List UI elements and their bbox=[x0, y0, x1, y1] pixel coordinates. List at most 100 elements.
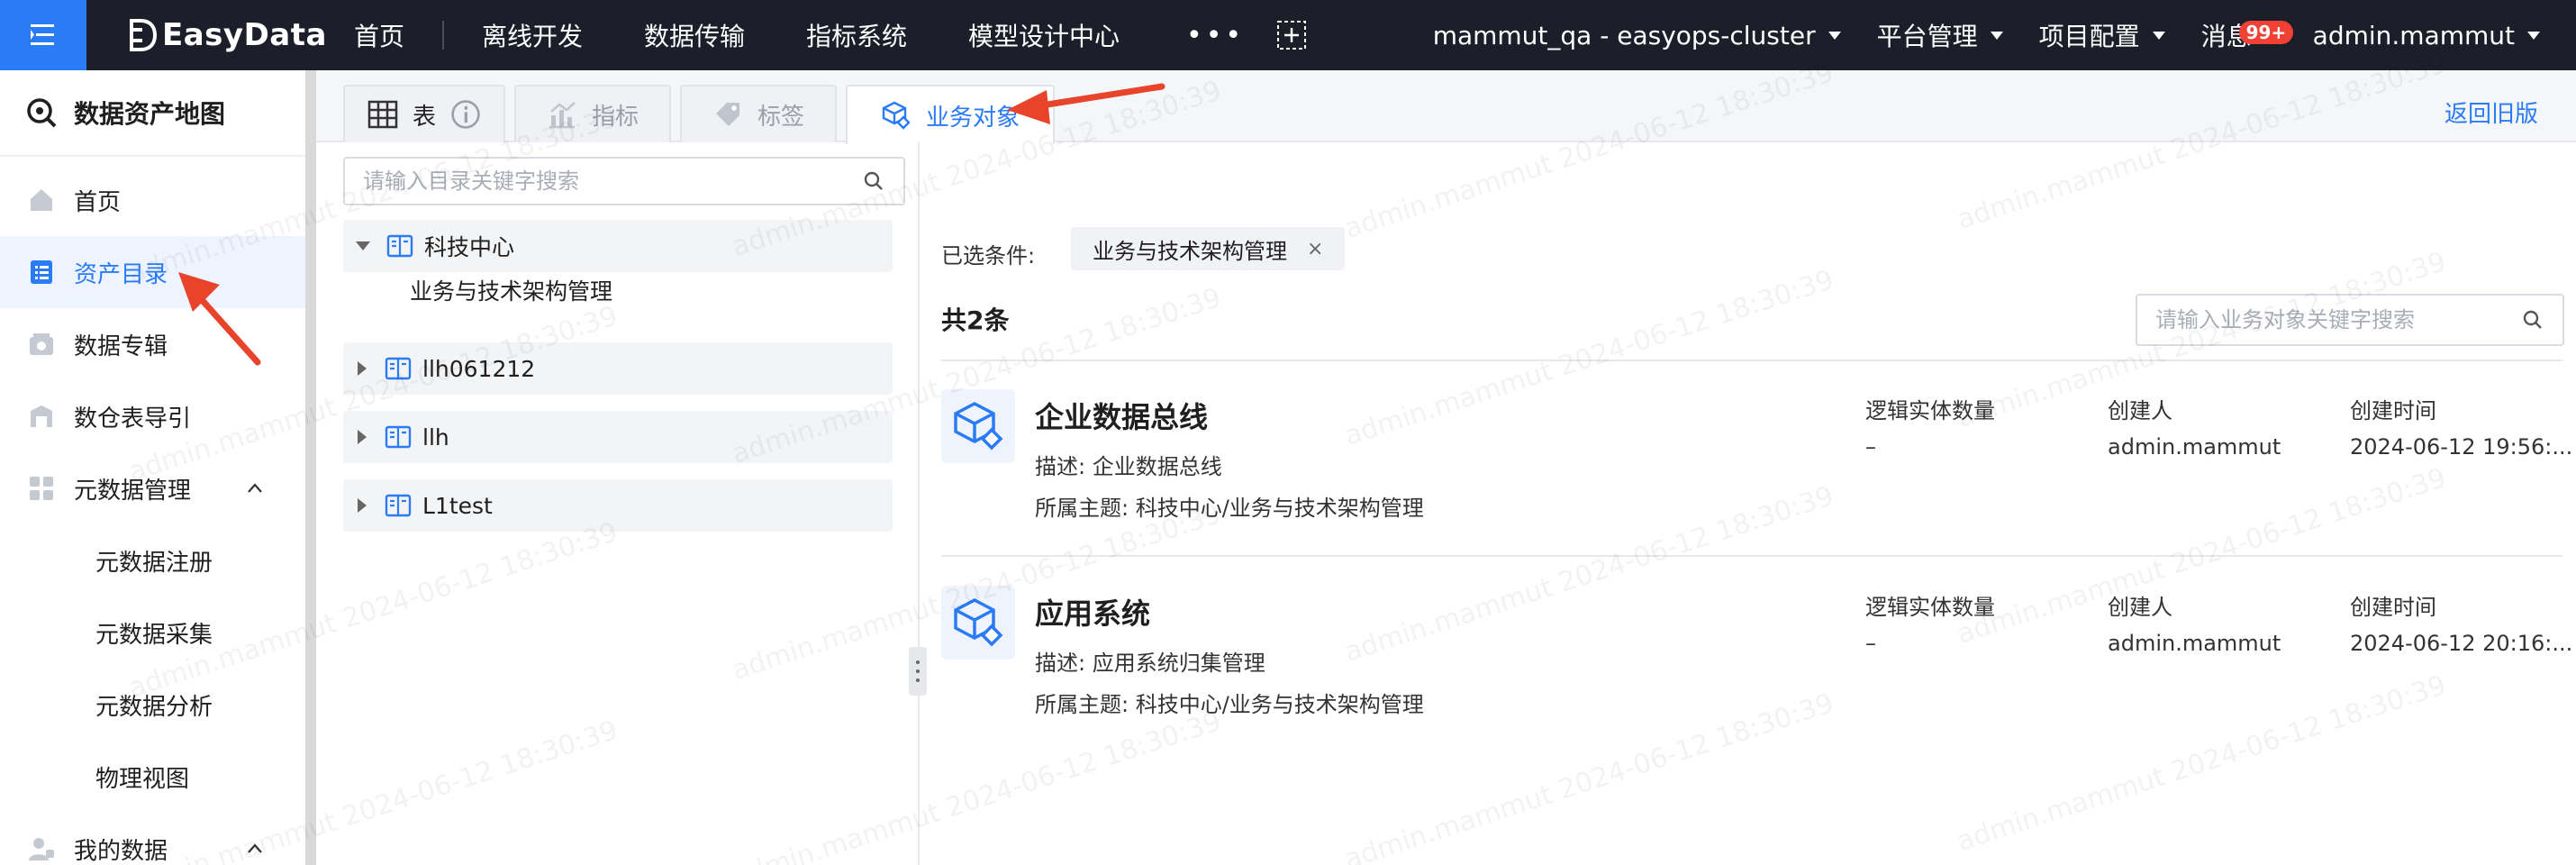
sidebar-item-label: 首页 bbox=[74, 188, 122, 216]
sidebar-item-home[interactable]: 首页 bbox=[0, 164, 311, 236]
divider bbox=[941, 555, 2562, 557]
tree-search-box bbox=[343, 157, 905, 205]
app-root: EasyData 首页 离线开发 数据传输 指标系统 模型设计中心 ••• ma… bbox=[0, 0, 2576, 865]
object-search-box bbox=[2136, 294, 2564, 346]
tab-label: 表 bbox=[412, 103, 436, 131]
sidebar-item-warehouse-guide[interactable]: 数仓表导引 bbox=[0, 380, 311, 452]
sidebar-item-metadata-register[interactable]: 元数据注册 bbox=[0, 524, 311, 596]
business-object-card[interactable]: 企业数据总线 描述: 企业数据总线 所属主题: 科技中心/业务与技术架构管理 逻… bbox=[941, 362, 2572, 524]
asset-map-icon bbox=[27, 98, 57, 128]
nav-data-transfer[interactable]: 数据传输 bbox=[613, 17, 776, 53]
sidebar-item-label: 元数据管理 bbox=[74, 477, 192, 505]
caret-right-icon[interactable] bbox=[358, 361, 367, 376]
sidebar-title: 数据资产地图 bbox=[0, 70, 311, 157]
object-title[interactable]: 企业数据总线 bbox=[1035, 395, 1208, 436]
tree-node-label: llh061212 bbox=[422, 355, 536, 382]
catalog-icon bbox=[31, 260, 52, 284]
result-count: 共2条 bbox=[941, 305, 1010, 335]
filter-tag-text: 业务与技术架构管理 bbox=[1093, 238, 1287, 264]
entity-count-header: 逻辑实体数量 bbox=[1865, 595, 1995, 620]
tree-node[interactable]: L1test bbox=[343, 479, 893, 532]
sidebar-item-label: 数仓表导引 bbox=[74, 405, 192, 432]
caret-down-icon bbox=[2527, 31, 2540, 40]
tree-node-label: llh bbox=[422, 423, 449, 451]
sidebar-item-data-album[interactable]: 数据专辑 bbox=[0, 308, 311, 380]
project-menu[interactable]: 项目配置 bbox=[2021, 17, 2183, 53]
tree-node[interactable]: llh061212 bbox=[343, 342, 893, 395]
user-data-icon bbox=[29, 838, 54, 860]
brand-logo[interactable]: EasyData bbox=[128, 17, 327, 53]
sidebar-scrollbar[interactable] bbox=[305, 70, 316, 865]
brand-logo-icon bbox=[130, 19, 157, 51]
object-search-input[interactable] bbox=[2155, 307, 2521, 332]
sidebar-item-metadata-mgmt[interactable]: 元数据管理 bbox=[0, 452, 311, 524]
sidebar-item-label: 我的数据 bbox=[74, 837, 168, 865]
object-title[interactable]: 应用系统 bbox=[1035, 591, 1150, 633]
tree-search-input[interactable] bbox=[363, 168, 862, 194]
platform-menu[interactable]: 平台管理 bbox=[1859, 17, 2021, 53]
creator-value: admin.mammut bbox=[2108, 631, 2281, 656]
close-icon[interactable]: × bbox=[1307, 238, 1323, 260]
tab-label: 业务对象 bbox=[925, 104, 1020, 132]
back-to-old-version-link[interactable]: 返回旧版 bbox=[2444, 96, 2538, 129]
tree-node-label: L1test bbox=[422, 492, 493, 519]
menu-toggle-button[interactable] bbox=[0, 0, 86, 70]
brand-name: EasyData bbox=[162, 17, 327, 53]
sidebar-item-label: 元数据分析 bbox=[95, 693, 213, 721]
tab-tag[interactable]: 标签 bbox=[680, 85, 837, 142]
nav-model-design[interactable]: 模型设计中心 bbox=[938, 17, 1150, 53]
menu-icon bbox=[31, 24, 54, 45]
message-badge: 99+ bbox=[2238, 21, 2294, 44]
object-theme: 所属主题: 科技中心/业务与技术架构管理 bbox=[1035, 496, 1424, 521]
created-time-header: 创建时间 bbox=[2350, 398, 2436, 423]
tab-label: 指标 bbox=[591, 103, 639, 131]
search-icon[interactable] bbox=[2521, 308, 2544, 332]
object-description: 描述: 企业数据总线 bbox=[1035, 454, 1222, 479]
nav-home[interactable]: 首页 bbox=[327, 17, 435, 53]
chevron-up-icon[interactable] bbox=[246, 840, 264, 858]
more-menu-icon[interactable]: ••• bbox=[1150, 20, 1268, 51]
chevron-up-icon[interactable] bbox=[246, 479, 264, 497]
creator-header: 创建人 bbox=[2108, 398, 2172, 423]
business-object-card[interactable]: 应用系统 描述: 应用系统归集管理 所属主题: 科技中心/业务与技术架构管理 逻… bbox=[941, 559, 2572, 721]
business-object-icon bbox=[941, 389, 1015, 463]
tab-table[interactable]: 表 bbox=[343, 85, 505, 142]
catalog-book-icon bbox=[385, 425, 412, 449]
main-panel: 表 指标 标签 业务对象 返回旧版 请输入目录关键字搜索 科技中心 业务与技术架… bbox=[316, 70, 2576, 865]
business-object-list: 已选条件: 业务与技术架构管理 × 共2条 请输入业务对象关键字搜索 企业数据总… bbox=[920, 142, 2576, 865]
info-icon[interactable] bbox=[450, 99, 481, 130]
user-menu[interactable]: admin.mammut bbox=[2295, 21, 2576, 50]
caret-down-icon bbox=[2152, 31, 2165, 40]
tree-node[interactable]: 科技中心 bbox=[343, 220, 893, 272]
sidebar-item-metadata-analysis[interactable]: 元数据分析 bbox=[0, 669, 311, 741]
tab-label: 标签 bbox=[757, 103, 804, 131]
nav-metrics[interactable]: 指标系统 bbox=[776, 17, 938, 53]
tree-node[interactable]: llh bbox=[343, 411, 893, 463]
cluster-selector[interactable]: mammut_qa - easyops-cluster bbox=[1415, 21, 1859, 50]
sidebar-item-asset-catalog[interactable]: 资产目录 bbox=[0, 236, 311, 308]
created-time-value: 2024-06-12 20:16:... bbox=[2350, 631, 2573, 656]
filter-label: 已选条件: bbox=[941, 243, 1036, 269]
sidebar-item-metadata-collect[interactable]: 元数据采集 bbox=[0, 596, 311, 669]
catalog-book-icon bbox=[386, 234, 413, 258]
tab-indicator[interactable]: 指标 bbox=[514, 85, 671, 142]
tab-business-object[interactable]: 业务对象 bbox=[846, 85, 1055, 144]
nav-offline-dev[interactable]: 离线开发 bbox=[451, 17, 613, 53]
sidebar-item-label: 物理视图 bbox=[95, 765, 190, 793]
caret-right-icon[interactable] bbox=[358, 498, 367, 513]
caret-down-icon[interactable] bbox=[356, 241, 370, 250]
cube-icon bbox=[882, 101, 911, 130]
sidebar-item-my-data[interactable]: 我的数据 bbox=[0, 813, 311, 865]
chart-icon bbox=[549, 102, 576, 129]
search-icon[interactable] bbox=[862, 169, 885, 193]
project-label: 项目配置 bbox=[2038, 22, 2140, 51]
messages-menu[interactable]: 消息 99+ bbox=[2183, 17, 2295, 53]
cluster-name: mammut_qa - easyops-cluster bbox=[1432, 20, 1816, 50]
tree-leaf-selected[interactable]: 业务与技术架构管理 bbox=[410, 274, 612, 306]
business-object-icon bbox=[941, 586, 1015, 660]
sidebar-item-physical-view[interactable]: 物理视图 bbox=[0, 741, 311, 813]
table-icon bbox=[367, 100, 398, 129]
caret-right-icon[interactable] bbox=[358, 430, 367, 444]
fullscreen-icon[interactable] bbox=[1275, 19, 1308, 51]
catalog-book-icon bbox=[385, 357, 412, 380]
